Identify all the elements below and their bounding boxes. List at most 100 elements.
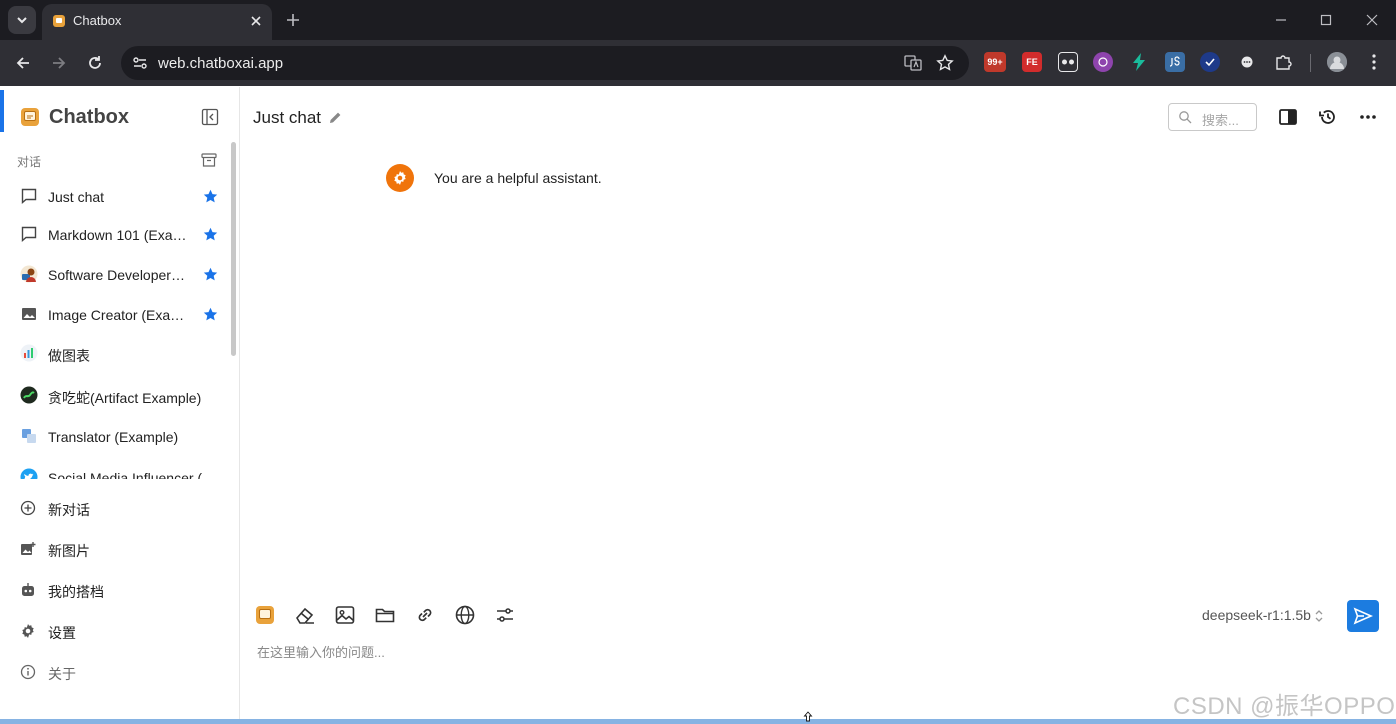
conversation-item[interactable]: Software Developer (Example) bbox=[0, 255, 232, 293]
star-filled-icon[interactable] bbox=[203, 189, 218, 204]
new-image-button[interactable]: 新图片 bbox=[0, 530, 232, 568]
sidebar-scrollbar[interactable] bbox=[231, 142, 236, 356]
lightning-icon bbox=[1133, 53, 1145, 71]
close-tab-icon[interactable] bbox=[248, 13, 264, 29]
search-box[interactable]: 搜索... bbox=[1168, 103, 1257, 131]
send-button[interactable] bbox=[1347, 600, 1379, 632]
js-icon bbox=[1169, 56, 1180, 67]
add-circle-icon bbox=[20, 500, 36, 516]
more-options-icon[interactable] bbox=[1358, 107, 1378, 127]
brand-name: Chatbox bbox=[49, 106, 129, 128]
conversation-label: Markdown 101 (Example) bbox=[48, 227, 188, 243]
chevron-down-icon bbox=[17, 17, 27, 24]
tab-search-button[interactable] bbox=[8, 6, 36, 34]
my-copilots-button[interactable]: 我的搭档 bbox=[0, 571, 232, 609]
chatbox-logo-icon bbox=[21, 108, 39, 126]
extension-badge-icon[interactable]: 99+ bbox=[984, 52, 1006, 72]
profile-avatar[interactable] bbox=[1327, 52, 1347, 72]
puzzle-icon bbox=[1276, 55, 1292, 70]
conversations-section-label: 对话 bbox=[17, 155, 42, 169]
bookmark-star-icon[interactable] bbox=[936, 54, 954, 72]
extension-bolt-icon[interactable] bbox=[1129, 52, 1149, 72]
send-icon bbox=[1353, 607, 1373, 625]
image-upload-icon[interactable] bbox=[334, 604, 356, 626]
maximize-icon[interactable] bbox=[1318, 12, 1334, 28]
new-tab-icon[interactable] bbox=[284, 11, 302, 29]
conversation-item[interactable]: Markdown 101 (Example) bbox=[0, 215, 232, 253]
toolbar-divider bbox=[1310, 54, 1311, 72]
conversation-label: 做图表 bbox=[48, 348, 90, 364]
extension-check-icon[interactable] bbox=[1200, 52, 1220, 72]
conversation-item[interactable]: 做图表 bbox=[0, 334, 232, 372]
conversation-item[interactable]: Translator (Example) bbox=[0, 417, 232, 455]
about-button[interactable]: 关于 bbox=[0, 653, 232, 691]
tab-title: Chatbox bbox=[73, 13, 122, 28]
browser-menu-icon[interactable] bbox=[1364, 52, 1384, 72]
conversation-item[interactable]: 贪吃蛇(Artifact Example) bbox=[0, 376, 232, 414]
globe-icon[interactable] bbox=[454, 604, 476, 626]
search-placeholder: 搜索... bbox=[1202, 113, 1239, 128]
conversation-label: Translator (Example) bbox=[48, 429, 179, 445]
watermark: CSDN @振华OPPO bbox=[1173, 693, 1396, 720]
image-icon bbox=[22, 308, 36, 320]
forward-arrow-icon[interactable] bbox=[50, 54, 68, 72]
edit-pencil-icon[interactable] bbox=[328, 110, 343, 125]
reload-icon[interactable] bbox=[86, 54, 104, 72]
chatbox-favicon-icon bbox=[53, 15, 65, 27]
extension-js-icon[interactable] bbox=[1165, 52, 1185, 72]
history-icon[interactable] bbox=[1318, 107, 1338, 127]
settings-button[interactable]: 设置 bbox=[0, 612, 232, 650]
star-filled-icon[interactable] bbox=[203, 307, 218, 322]
toggle-panel-icon[interactable] bbox=[1278, 107, 1298, 127]
browser-tab-chatbox[interactable]: Chatbox bbox=[42, 4, 272, 40]
translator-icon bbox=[22, 429, 36, 443]
kebab-menu-icon bbox=[1372, 54, 1376, 70]
address-bar[interactable]: web.chatboxai.app bbox=[121, 46, 969, 80]
chat-bubble-icon bbox=[1241, 56, 1253, 68]
chart-icon bbox=[20, 344, 38, 362]
conversation-label: Software Developer (Example) bbox=[48, 267, 188, 283]
sphere-icon bbox=[1098, 57, 1108, 67]
system-avatar bbox=[386, 164, 414, 192]
conversation-label: 贪吃蛇(Artifact Example) bbox=[48, 390, 202, 406]
unfold-icon[interactable] bbox=[1313, 608, 1325, 624]
collapse-sidebar-icon[interactable] bbox=[201, 108, 219, 126]
settings-label: 设置 bbox=[48, 625, 76, 641]
new-chat-button[interactable]: 新对话 bbox=[0, 489, 232, 527]
archive-icon[interactable] bbox=[201, 153, 217, 167]
site-settings-icon[interactable] bbox=[131, 54, 149, 72]
folder-icon[interactable] bbox=[374, 604, 396, 626]
checkmark-icon bbox=[1205, 58, 1215, 67]
settings-sliders-icon[interactable] bbox=[494, 604, 516, 626]
extension-chat-bubble-icon[interactable] bbox=[1237, 52, 1257, 72]
star-filled-icon[interactable] bbox=[203, 267, 218, 282]
conversation-item[interactable]: Just chat bbox=[0, 177, 232, 215]
model-selector[interactable]: deepseek-r1:1.5b bbox=[1202, 607, 1311, 623]
translate-icon[interactable] bbox=[904, 54, 922, 72]
extension-fe-icon[interactable]: FE bbox=[1022, 52, 1042, 72]
extensions-puzzle-icon[interactable] bbox=[1273, 52, 1293, 72]
extension-purple-icon[interactable] bbox=[1093, 52, 1113, 72]
conversation-item[interactable]: Image Creator (Example) bbox=[0, 295, 232, 333]
my-copilots-label: 我的搭档 bbox=[48, 584, 104, 600]
copilot-icon[interactable] bbox=[254, 604, 276, 626]
chat-bubble-icon bbox=[21, 226, 37, 243]
gear-icon bbox=[394, 171, 406, 185]
star-filled-icon[interactable] bbox=[203, 227, 218, 242]
url-text[interactable]: web.chatboxai.app bbox=[158, 55, 283, 72]
link-icon[interactable] bbox=[414, 604, 436, 626]
conversation-item[interactable]: Social Media Influencer (Example) bbox=[0, 458, 232, 479]
minimize-icon[interactable] bbox=[1273, 12, 1289, 28]
message-input[interactable]: 在这里输入你的问题... bbox=[257, 642, 385, 661]
avatar-icon bbox=[1327, 52, 1347, 72]
extension-glasses-icon[interactable] bbox=[1058, 52, 1078, 72]
sidebar-accent-bar bbox=[0, 90, 4, 132]
close-window-icon[interactable] bbox=[1364, 12, 1380, 28]
back-arrow-icon[interactable] bbox=[14, 54, 32, 72]
conversation-label: Just chat bbox=[48, 189, 105, 205]
bottom-edge-strip bbox=[0, 719, 1396, 724]
conversation-label: Social Media Influencer (Example) bbox=[48, 470, 223, 479]
new-chat-label: 新对话 bbox=[48, 502, 90, 518]
eraser-icon[interactable] bbox=[294, 604, 316, 626]
extension-badge-count: 99+ bbox=[987, 57, 1003, 67]
